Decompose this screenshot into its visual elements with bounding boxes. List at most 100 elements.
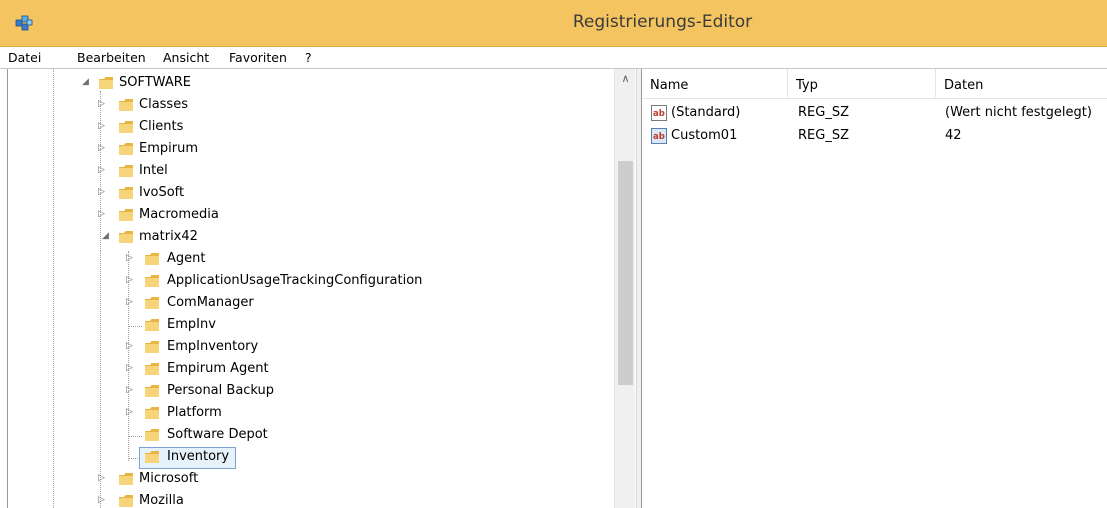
value-row[interactable]: ab (Standard) REG_SZ (Wert nicht festgel…: [642, 102, 1107, 124]
tree-item-label: Empirum: [139, 141, 198, 156]
tree-item-ivosoft[interactable]: ▷ IvoSoft: [8, 183, 608, 205]
expand-arrow-icon[interactable]: ▷: [126, 385, 136, 395]
expand-arrow-icon[interactable]: ▷: [126, 297, 136, 307]
tree-item-classes[interactable]: ▷ Classes: [8, 95, 608, 117]
tree-item-empinv[interactable]: EmpInv: [8, 315, 608, 337]
scroll-up-arrow-icon[interactable]: ∧: [615, 69, 636, 89]
expand-arrow-icon[interactable]: ▷: [98, 121, 108, 131]
tree-item-label: IvoSoft: [139, 185, 185, 200]
tree-item-software-depot[interactable]: Software Depot: [8, 425, 608, 447]
expand-arrow-icon[interactable]: ▷: [126, 253, 136, 263]
tree-item-label: EmpInv: [167, 317, 216, 332]
title-bar[interactable]: Registrierungs-Editor: [0, 0, 1107, 47]
value-data: 42: [945, 128, 962, 143]
folder-icon: [119, 121, 133, 133]
tree-item-intel[interactable]: ▷ Intel: [8, 161, 608, 183]
folder-icon: [119, 99, 133, 111]
tree-item-software[interactable]: ◢ SOFTWARE: [8, 73, 608, 95]
folder-icon: [119, 209, 133, 221]
tree-vertical-scrollbar[interactable]: ∧: [614, 69, 635, 508]
expand-arrow-icon[interactable]: ▷: [98, 143, 108, 153]
expand-arrow-icon[interactable]: ▷: [98, 209, 108, 219]
tree-item-matrix42[interactable]: ◢ matrix42: [8, 227, 608, 249]
menu-bar: Datei Bearbeiten Ansicht Favoriten ?: [0, 47, 1107, 69]
expand-arrow-icon[interactable]: ▷: [126, 363, 136, 373]
string-value-icon: ab: [651, 128, 667, 144]
folder-icon: [145, 407, 159, 419]
folder-icon: [119, 473, 133, 485]
menu-datei[interactable]: Datei: [8, 50, 41, 65]
column-header-name[interactable]: Name: [642, 69, 788, 97]
folder-icon: [145, 253, 159, 265]
folder-icon: [119, 495, 133, 507]
tree-item-empirum-agent[interactable]: ▷ Empirum Agent: [8, 359, 608, 381]
value-type: REG_SZ: [798, 105, 849, 120]
column-header-data[interactable]: Daten: [936, 69, 1107, 97]
column-header-type[interactable]: Typ: [788, 69, 936, 97]
tree-item-macromedia[interactable]: ▷ Macromedia: [8, 205, 608, 227]
expand-arrow-icon[interactable]: ▷: [98, 187, 108, 197]
expand-arrow-icon[interactable]: ▷: [98, 473, 108, 483]
expand-arrow-icon[interactable]: ▷: [98, 495, 108, 505]
menu-ansicht[interactable]: Ansicht: [163, 50, 209, 65]
svg-text:ab: ab: [653, 109, 665, 119]
menu-help[interactable]: ?: [305, 50, 312, 65]
tree-item-label: Mozilla: [139, 493, 184, 508]
folder-icon: [119, 187, 133, 199]
tree-item-platform[interactable]: ▷ Platform: [8, 403, 608, 425]
tree-item-label: ComManager: [167, 295, 254, 310]
folder-icon: [145, 275, 159, 287]
expand-arrow-icon[interactable]: ▷: [126, 407, 136, 417]
tree-item-mozilla[interactable]: ▷ Mozilla: [8, 491, 608, 508]
value-name: Custom01: [671, 128, 738, 143]
tree-item-empinventory[interactable]: ▷ EmpInventory: [8, 337, 608, 359]
tree-item-applicationusagetrackingconfiguration[interactable]: ▷ ApplicationUsageTrackingConfiguration: [8, 271, 608, 293]
tree-item-label: matrix42: [139, 229, 198, 244]
tree-item-label: Intel: [139, 163, 168, 178]
folder-icon: [145, 319, 159, 331]
tree-item-label: Software Depot: [167, 427, 268, 442]
expand-arrow-icon[interactable]: ▷: [126, 341, 136, 351]
tree-item-inventory[interactable]: Inventory: [8, 447, 608, 469]
tree-item-label: Microsoft: [139, 471, 199, 486]
folder-icon: [99, 77, 113, 89]
menu-bearbeiten[interactable]: Bearbeiten: [77, 50, 146, 65]
tree-item-agent[interactable]: ▷ Agent: [8, 249, 608, 271]
expand-arrow-icon[interactable]: ▷: [126, 275, 136, 285]
folder-icon: [145, 363, 159, 375]
tree-item-label: SOFTWARE: [119, 75, 191, 90]
svg-text:ab: ab: [653, 132, 665, 142]
tree-item-commanager[interactable]: ▷ ComManager: [8, 293, 608, 315]
window-title: Registrierungs-Editor: [572, 12, 753, 32]
tree-item-label: ApplicationUsageTrackingConfiguration: [167, 273, 423, 288]
tree-item-label: Platform: [167, 405, 222, 420]
folder-icon: [145, 385, 159, 397]
expand-arrow-icon[interactable]: ▷: [98, 165, 108, 175]
folder-icon: [119, 143, 133, 155]
value-row[interactable]: ab Custom01 REG_SZ 42: [642, 125, 1107, 147]
tree-item-label: EmpInventory: [167, 339, 259, 354]
scroll-thumb[interactable]: [618, 161, 633, 385]
value-type: REG_SZ: [798, 128, 849, 143]
collapse-arrow-icon[interactable]: ◢: [82, 77, 92, 87]
tree-item-clients[interactable]: ▷ Clients: [8, 117, 608, 139]
menu-favoriten[interactable]: Favoriten: [229, 50, 287, 65]
values-list[interactable]: Name Typ Daten ab (Standard) REG_SZ (Wer…: [642, 69, 1107, 508]
tree-item-label: Macromedia: [139, 207, 219, 222]
collapse-arrow-icon[interactable]: ◢: [102, 231, 112, 241]
folder-icon: [119, 231, 133, 243]
key-tree[interactable]: ◢ SOFTWARE ▷ Classes ▷ Clients ▷ Empirum…: [7, 69, 635, 508]
tree-item-personal-backup[interactable]: ▷ Personal Backup: [8, 381, 608, 403]
folder-icon: [119, 165, 133, 177]
folder-icon: [145, 451, 159, 463]
tree-item-label: Empirum Agent: [167, 361, 269, 376]
tree-item-empirum[interactable]: ▷ Empirum: [8, 139, 608, 161]
value-data: (Wert nicht festgelegt): [945, 105, 1092, 120]
tree-item-label: Clients: [139, 119, 184, 134]
tree-item-label: Inventory: [167, 449, 230, 464]
folder-icon: [145, 297, 159, 309]
expand-arrow-icon[interactable]: ▷: [98, 99, 108, 109]
string-value-icon: ab: [651, 105, 667, 121]
tree-item-microsoft[interactable]: ▷ Microsoft: [8, 469, 608, 491]
tree-item-label: Agent: [167, 251, 206, 266]
